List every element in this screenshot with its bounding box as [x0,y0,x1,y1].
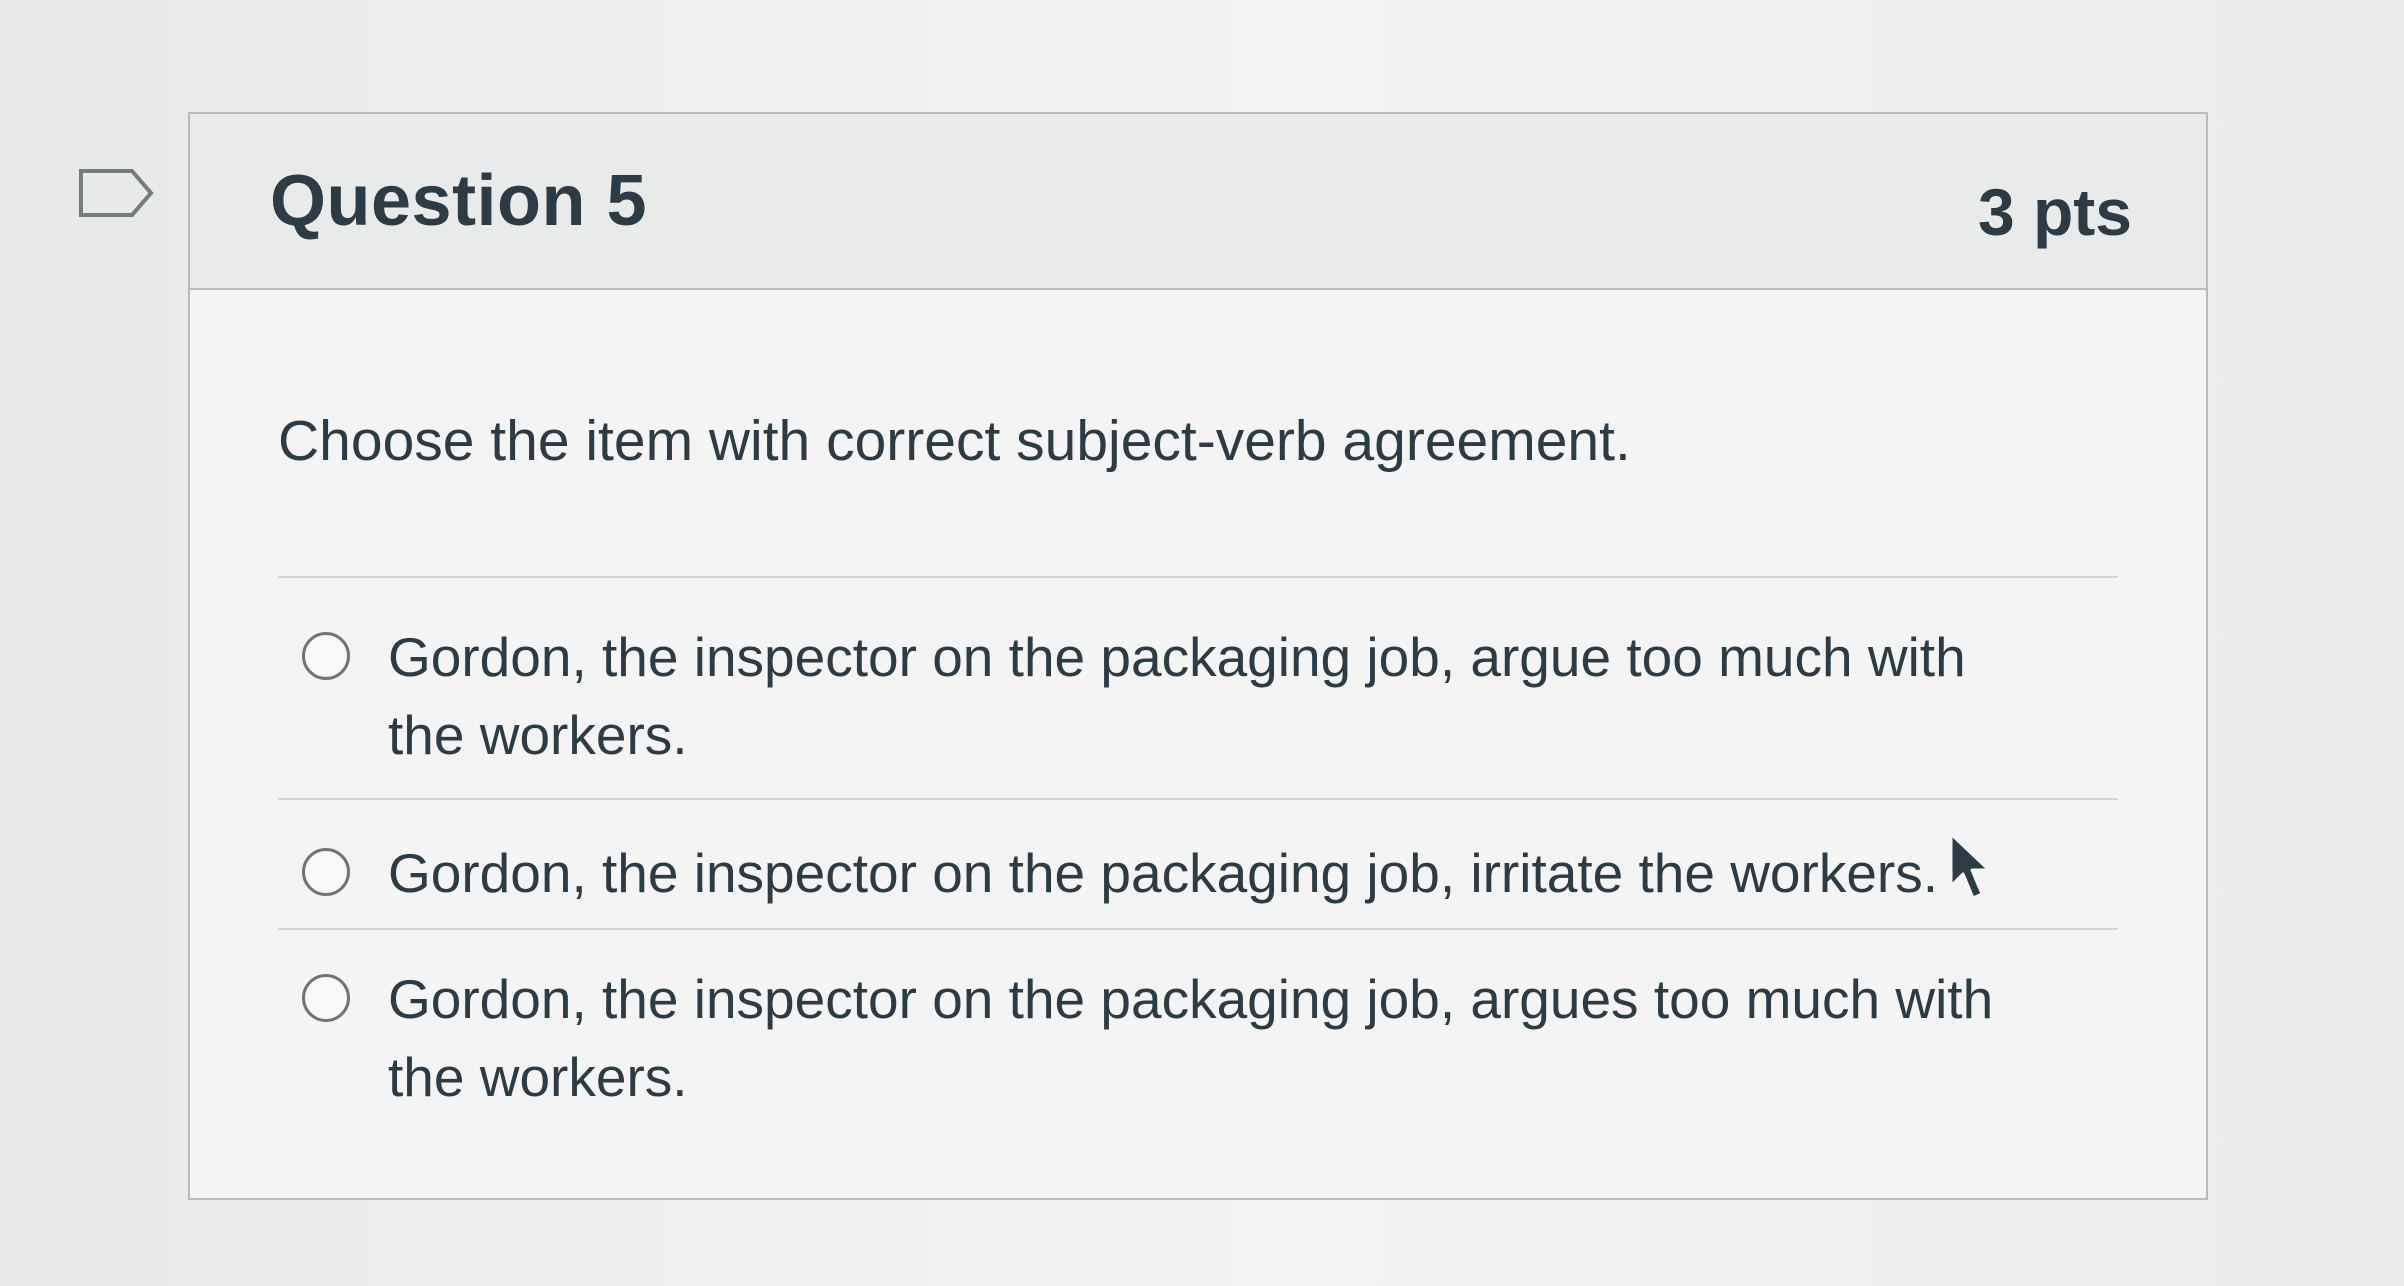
answer-3-radio[interactable] [302,974,350,1022]
question-header: Question 5 3 pts [190,114,2206,290]
answer-divider [278,798,2118,800]
answer-option-1[interactable]: Gordon, the inspector on the packaging j… [302,618,2162,774]
question-title: Question 5 [270,161,648,241]
mouse-pointer-icon [1949,832,1991,900]
answer-divider [278,928,2118,930]
answer-2-label[interactable]: Gordon, the inspector on the packaging j… [388,834,2028,912]
answer-2-radio[interactable] [302,848,350,896]
question-points: 3 pts [1977,175,2132,249]
answer-1-label[interactable]: Gordon, the inspector on the packaging j… [388,618,2028,774]
answer-option-2[interactable]: Gordon, the inspector on the packaging j… [302,834,2162,912]
question-prompt: Choose the item with correct subject-ver… [278,409,1631,473]
question-card: Question 5 3 pts Choose the item with co… [188,112,2208,1200]
flag-question-icon[interactable] [78,168,154,218]
answer-option-3[interactable]: Gordon, the inspector on the packaging j… [302,960,2162,1116]
answer-divider [278,576,2118,578]
answer-3-label[interactable]: Gordon, the inspector on the packaging j… [388,960,2028,1116]
answer-1-radio[interactable] [302,632,350,680]
question-body: Choose the item with correct subject-ver… [190,290,2206,1198]
